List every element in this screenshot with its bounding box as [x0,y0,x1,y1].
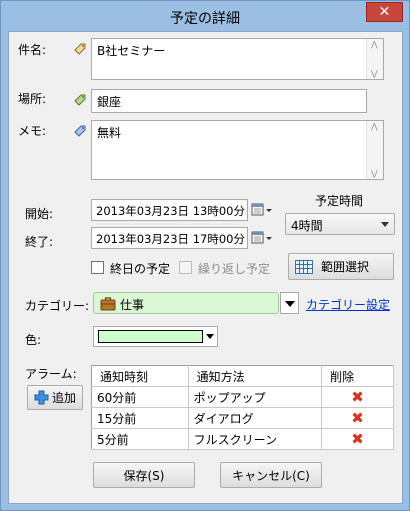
calendar-icon [251,231,272,244]
delete-icon[interactable]: ✖ [351,430,364,448]
duration-value: 4時間 [291,219,323,233]
window-title: 予定の詳細 [170,11,240,27]
start-calendar-button[interactable] [251,200,273,220]
memo-value: 無料 [97,126,122,140]
end-label: 終了: [25,235,54,249]
scroll-down-icon[interactable]: ⋁ [371,169,378,178]
all-day-label: 終日の予定 [110,262,171,276]
chevron-down-icon [206,334,214,339]
category-field[interactable]: 仕事 [93,292,279,314]
delete-cell[interactable]: ✖ [321,386,394,408]
alarm-time-cell[interactable]: 15分前 [91,407,189,429]
plus-icon [34,390,49,405]
alarm-method-cell[interactable]: フルスクリーン [188,428,323,450]
column-header[interactable]: 削除 [321,365,394,387]
category-dropdown-button[interactable] [280,292,299,314]
subject-label: 件名: [18,43,47,57]
grid-icon [295,259,313,274]
category-value: 仕事 [120,298,145,312]
alarm-method-cell[interactable]: ダイアログ [188,407,323,429]
dialog-window: 予定の詳細 ✕ 件名: B社セミナー ⋀ ⋁ 場所: 銀座 メモ: 無料 ⋀ ⋁… [0,0,410,511]
end-datetime-value: 2013年03月23日 17時00分 [96,232,245,246]
alarm-method-cell[interactable]: ポップアップ [188,386,323,408]
alarm-table: 通知時刻 通知方法 削除 60分前 ポップアップ ✖ 15分前 ダイアログ ✖ … [91,365,394,450]
memo-input[interactable]: 無料 ⋀ ⋁ [91,120,384,180]
start-label: 開始: [25,207,54,221]
delete-cell[interactable]: ✖ [321,407,394,429]
range-select-label: 範囲選択 [321,260,370,274]
color-swatch [98,330,203,343]
memo-label: メモ: [18,124,47,138]
cancel-label: キャンセル(C) [232,468,310,483]
save-button[interactable]: 保存(S) [93,462,195,488]
dialog-body: 件名: B社セミナー ⋀ ⋁ 場所: 銀座 メモ: 無料 ⋀ ⋁ 開始: 201… [8,31,403,504]
alarm-label: アラーム: [25,367,77,381]
delete-icon[interactable]: ✖ [351,409,364,427]
end-datetime-input[interactable]: 2013年03月23日 17時00分 [91,227,248,249]
briefcase-icon [100,297,116,311]
subject-scrollbar[interactable]: ⋀ ⋁ [366,39,383,79]
table-row[interactable]: 5分前 フルスクリーン ✖ [91,428,394,450]
memo-scrollbar[interactable]: ⋀ ⋁ [366,121,383,179]
scroll-down-icon[interactable]: ⋁ [371,69,378,78]
chevron-down-icon [381,222,389,227]
repeat-label: 繰り返し予定 [198,262,271,276]
location-label: 場所: [18,92,47,106]
alarm-time-cell[interactable]: 5分前 [91,428,189,450]
tag-icon [74,43,86,55]
table-row[interactable]: 60分前 ポップアップ ✖ [91,386,394,408]
subject-value: B社セミナー [97,44,166,58]
start-datetime-value: 2013年03月23日 13時00分 [96,204,245,218]
category-settings-link[interactable]: カテゴリー設定 [306,296,390,313]
range-select-button[interactable]: 範囲選択 [288,253,394,280]
category-label: カテゴリー: [25,299,90,313]
alarm-time-cell[interactable]: 60分前 [91,386,189,408]
save-label: 保存(S) [123,468,165,483]
calendar-icon [251,203,272,216]
title-bar[interactable]: 予定の詳細 ✕ [1,1,409,32]
tag-icon [74,125,86,137]
close-button[interactable]: ✕ [366,2,403,22]
color-label: 色: [25,333,42,347]
all-day-checkbox[interactable] [91,261,104,274]
scroll-up-icon[interactable]: ⋀ [371,40,378,49]
subject-input[interactable]: B社セミナー ⋀ ⋁ [91,38,384,80]
column-header[interactable]: 通知時刻 [91,365,189,387]
repeat-checkbox[interactable] [179,261,192,274]
duration-label: 予定時間 [315,194,364,208]
location-input[interactable]: 銀座 [91,89,367,113]
cancel-button[interactable]: キャンセル(C) [220,462,322,488]
start-datetime-input[interactable]: 2013年03月23日 13時00分 [91,199,248,221]
add-alarm-label: 追加 [51,391,76,405]
column-header[interactable]: 通知方法 [188,365,323,387]
delete-icon[interactable]: ✖ [351,388,364,406]
color-picker[interactable] [93,326,218,347]
tag-icon [74,94,86,106]
location-value: 銀座 [97,95,122,109]
delete-cell[interactable]: ✖ [321,428,394,450]
table-row[interactable]: 15分前 ダイアログ ✖ [91,407,394,429]
add-alarm-button[interactable]: 追加 [27,385,83,410]
chevron-down-icon [285,301,295,307]
duration-select[interactable]: 4時間 [285,213,395,235]
table-header-row: 通知時刻 通知方法 削除 [91,365,394,387]
close-icon: ✕ [378,4,391,20]
scroll-up-icon[interactable]: ⋀ [371,122,378,131]
end-calendar-button[interactable] [251,228,273,248]
